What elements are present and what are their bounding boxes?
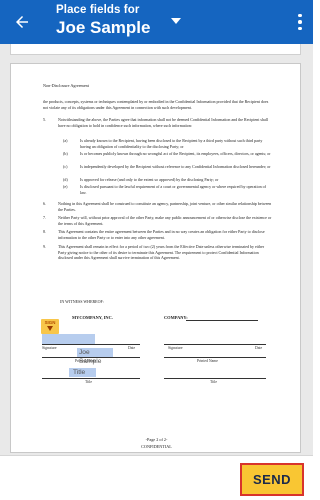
subclause-a: (a) Is already known to the Recipient, h… [63, 138, 273, 150]
left-title-label: Title [85, 380, 93, 384]
header-title: Joe Sample [56, 18, 151, 37]
sign-tag-label: SIGN [44, 320, 56, 325]
document-heading: Non-Disclosure Agreement [43, 83, 89, 88]
right-date-label: Date [255, 346, 263, 350]
right-name-line [164, 357, 266, 358]
subclause-letter: (b) [63, 151, 68, 156]
clause-number: 5. [43, 117, 46, 122]
document-page[interactable]: Non-Disclosure Agreement the products, c… [10, 63, 301, 453]
clause-5: 5. Notwithstanding the above, the Partie… [43, 117, 273, 131]
subclause-letter: (a) [63, 138, 68, 143]
subclause-text: Is or becomes publicly known through no … [80, 151, 271, 156]
title-field[interactable]: Title [69, 368, 96, 377]
bottom-divider [0, 455, 313, 456]
date-signed-field[interactable] [88, 334, 95, 344]
more-options-button[interactable] [293, 10, 307, 34]
back-button[interactable] [8, 8, 36, 36]
subclause-text: Is disclosed pursuant to the lawful requ… [80, 184, 266, 195]
arrow-down-icon [47, 326, 53, 331]
subclause-letter: (d) [63, 177, 68, 182]
subclause-e: (e) Is disclosed pursuant to the lawful … [63, 184, 273, 196]
recipient-dropdown-button[interactable] [169, 14, 183, 28]
right-signature-label: Signature [168, 346, 183, 350]
confidential-label: CONFIDENTIAL [141, 444, 172, 449]
clause-6: 6. Nothing in this Agreement shall be co… [43, 201, 273, 213]
subclause-text: Is approved for release (and only to the… [80, 177, 219, 182]
arrow-left-icon [16, 16, 28, 28]
clause-number: 6. [43, 201, 46, 206]
subclause-b: (b) Is or becomes publicly known through… [63, 151, 273, 163]
clause-text: This Agreement shall remain in effect fo… [58, 244, 265, 261]
intro-paragraph: the products, concepts, systems or techn… [43, 99, 269, 110]
header-subtitle: Place fields for [56, 4, 140, 16]
name-field[interactable]: Joe Sample [77, 348, 113, 365]
left-title-line [42, 378, 140, 379]
clause-9: 9. This Agreement shall remain in effect… [43, 244, 273, 262]
clause-8: 8. This Agreement contains the entire ag… [43, 229, 273, 241]
right-title-label: Title [210, 380, 218, 384]
subclause-c: (c) Is independently developed by the Re… [63, 164, 273, 176]
subclause-d: (d) Is approved for release (and only to… [63, 177, 273, 184]
previous-page-edge [10, 44, 301, 55]
clause-number: 9. [43, 244, 46, 249]
clause-7: 7. Neither Party will, without prior app… [43, 215, 273, 227]
subclause-letter: (e) [63, 184, 68, 189]
witness-heading: IN WITNESS WHEREOF: [60, 299, 104, 304]
clause-text: Notwithstanding the above, the Parties a… [58, 117, 268, 128]
signature-field[interactable] [42, 334, 88, 344]
send-button[interactable]: SEND [240, 463, 304, 496]
recipient-selector[interactable]: Place fields for Joe Sample [56, 4, 266, 40]
subclause-letter: (c) [63, 164, 68, 169]
clause-text: Nothing in this Agreement shall be const… [58, 201, 272, 212]
caret-down-icon [170, 18, 181, 24]
clause-text: Neither Party will, without prior approv… [58, 215, 272, 226]
right-company-label: COMPANY: [164, 315, 188, 320]
page-number: -Page 2 of 2- [145, 437, 168, 442]
right-title-line [164, 378, 266, 379]
right-printed-name-label: Printed Name [197, 359, 218, 363]
clause-number: 7. [43, 215, 46, 220]
clause-number: 8. [43, 229, 46, 234]
left-signature-label: Signature [42, 346, 57, 350]
company-line [186, 320, 258, 321]
left-signature-line [42, 344, 140, 345]
subclause-text: Is already known to the Recipient, havin… [80, 138, 263, 149]
left-company-name: MYCOMPANY, INC. [72, 315, 113, 320]
clause-text: This Agreement contains the entire agree… [58, 229, 265, 240]
right-signature-line [164, 344, 266, 345]
document-viewer[interactable]: Non-Disclosure Agreement the products, c… [0, 44, 313, 455]
subclause-text: Is independently developed by the Recipi… [80, 164, 271, 169]
app-bar: Place fields for Joe Sample [0, 0, 313, 44]
sign-here-tag[interactable]: SIGN [41, 319, 59, 334]
left-date-label: Date [128, 346, 136, 350]
more-vert-icon [298, 13, 302, 18]
